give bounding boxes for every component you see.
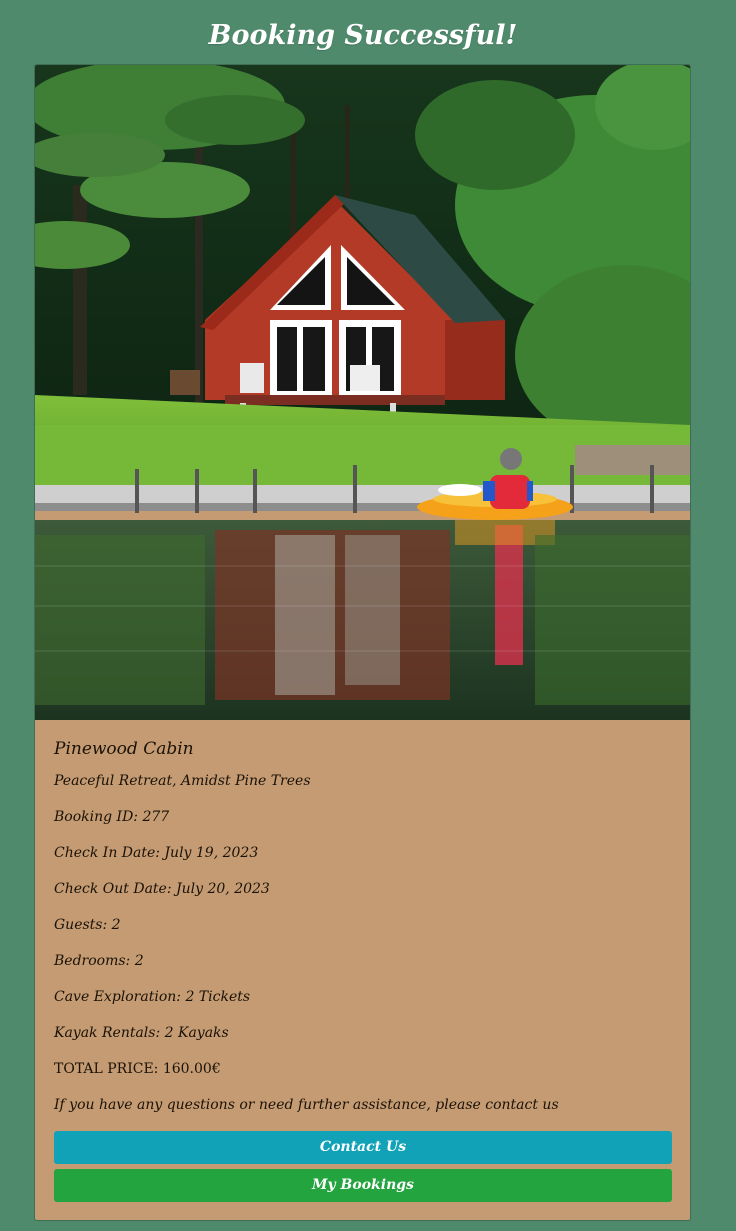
booking-details: Pinewood Cabin Peaceful Retreat, Amidst … xyxy=(54,735,674,1113)
contact-note: If you have any questions or need furthe… xyxy=(54,1097,559,1113)
cave-exploration-tickets: Cave Exploration: 2 Tickets xyxy=(54,989,251,1005)
check-in-date: Check In Date: July 19, 2023 xyxy=(54,845,259,861)
contact-us-button[interactable]: Contact Us xyxy=(54,1131,672,1164)
guests-count: Guests: 2 xyxy=(54,917,121,933)
booking-card: Pinewood Cabin Peaceful Retreat, Amidst … xyxy=(34,64,691,1221)
total-price: TOTAL PRICE: 160.00€ xyxy=(54,1061,221,1077)
kayak-rentals: Kayak Rentals: 2 Kayaks xyxy=(54,1025,229,1041)
bedrooms-count: Bedrooms: 2 xyxy=(54,953,144,969)
my-bookings-button[interactable]: My Bookings xyxy=(54,1169,672,1202)
page-title: Booking Successful! xyxy=(208,20,518,52)
booking-id: Booking ID: 277 xyxy=(54,809,170,825)
check-out-date: Check Out Date: July 20, 2023 xyxy=(54,881,270,897)
cabin-photo xyxy=(35,65,690,720)
cabin-name: Pinewood Cabin xyxy=(54,739,194,759)
cabin-tagline: Peaceful Retreat, Amidst Pine Trees xyxy=(54,773,311,789)
